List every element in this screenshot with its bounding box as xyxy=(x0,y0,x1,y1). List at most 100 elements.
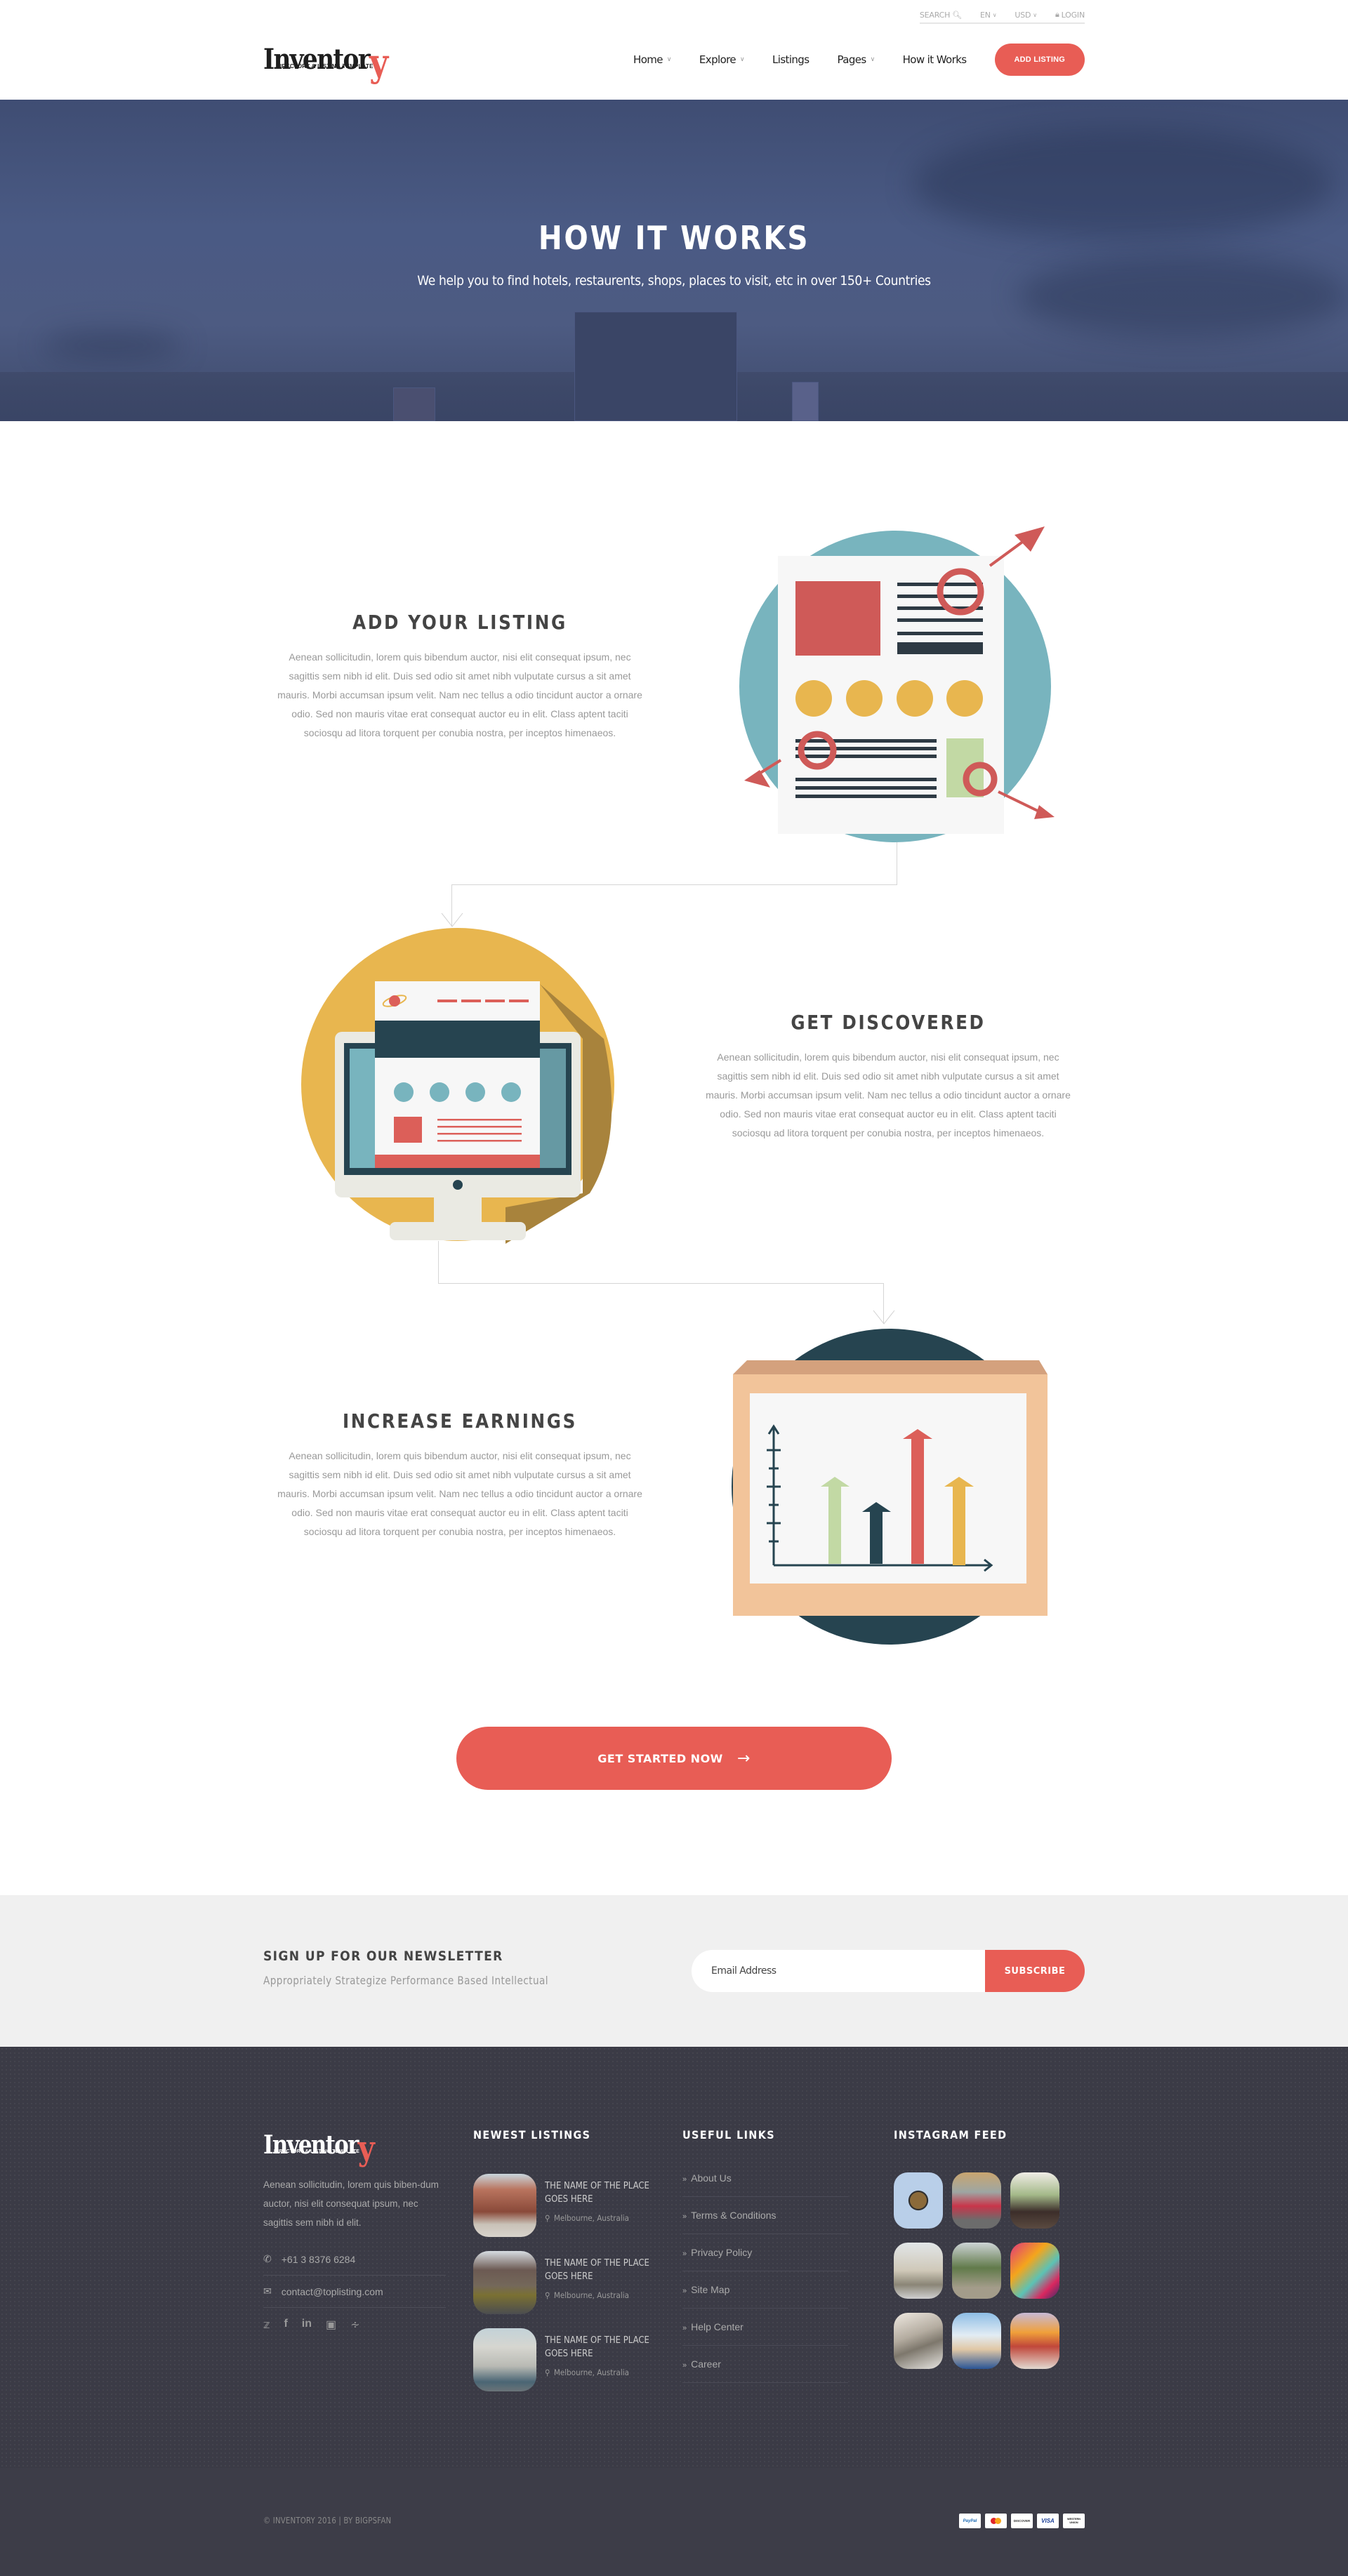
chevron-down-icon: ∨ xyxy=(870,56,875,63)
footer-link-site-map[interactable]: » Site Map xyxy=(682,2271,848,2309)
instagram-photo[interactable] xyxy=(894,2313,943,2369)
currency-label: USD xyxy=(1015,10,1031,20)
linkedin-icon[interactable]: in xyxy=(302,2318,312,2332)
newest-listings-column: NEWEST LISTINGS THE NAME OF THE PLACE GO… xyxy=(473,2128,678,2405)
logo-word: Inventor xyxy=(263,2130,359,2160)
step-increase-earnings: INCREASE EARNINGS Aenean sollicitudin, l… xyxy=(274,1409,646,1541)
social-links: 𝕫 f in ▣ ∻ xyxy=(263,2318,446,2332)
footer-link-career[interactable]: » Career xyxy=(682,2346,848,2383)
chevron-right-icon: » xyxy=(682,2361,687,2370)
location-text: Melbourne, Australia xyxy=(553,2213,629,2223)
skyscraper xyxy=(792,382,819,421)
footer-link-help-center[interactable]: » Help Center xyxy=(682,2309,848,2346)
mastercard-icon xyxy=(985,2514,1007,2528)
instagram-photo[interactable] xyxy=(952,2313,1001,2369)
rss-icon[interactable]: ∻ xyxy=(350,2318,359,2332)
nav-pages[interactable]: Pages ∨ xyxy=(837,53,875,66)
newsletter-section: SIGN UP FOR OUR NEWSLETTER Appropriately… xyxy=(0,1895,1348,2047)
connector-arrow-icon xyxy=(873,1310,895,1324)
nav-home[interactable]: Home ∨ xyxy=(633,53,672,66)
cloud-shape xyxy=(42,331,183,359)
twitter-icon[interactable]: 𝕫 xyxy=(263,2318,270,2332)
chevron-right-icon: » xyxy=(682,2175,687,2184)
instagram-photo[interactable] xyxy=(1010,2172,1059,2229)
add-listing-button[interactable]: ADD LISTING xyxy=(994,44,1085,76)
language-label: EN xyxy=(979,10,991,20)
visa-icon: VISA xyxy=(1037,2514,1059,2528)
listing-location: ⚲ Melbourne, Australia xyxy=(545,2290,665,2300)
link-label: Career xyxy=(691,2358,721,2370)
login-label: LOGIN xyxy=(1061,10,1085,20)
instagram-photo[interactable] xyxy=(952,2243,1001,2299)
instagram-photo[interactable] xyxy=(952,2172,1001,2229)
footer-logo[interactable]: Inventory DIRECTORY & LISTING TEMPLATE xyxy=(263,2125,446,2165)
listing-item[interactable]: THE NAME OF THE PLACE GOES HERE ⚲ Melbour… xyxy=(473,2174,678,2237)
chevron-down-icon: ∨ xyxy=(740,56,745,63)
chevron-right-icon: » xyxy=(682,2324,687,2332)
currency-dropdown[interactable]: USD ∨ xyxy=(1015,10,1037,20)
nav-how-it-works[interactable]: How it Works xyxy=(903,53,967,66)
nav-listings[interactable]: Listings xyxy=(772,53,810,66)
link-label: Help Center xyxy=(691,2321,744,2332)
instagram-photo[interactable] xyxy=(1010,2313,1059,2369)
search-link[interactable]: SEARCH 🔍︎ xyxy=(920,10,962,20)
hero-banner: HOW IT WORKS We help you to find hotels,… xyxy=(0,100,1348,421)
instagram-photo[interactable] xyxy=(894,2243,943,2299)
step-title: INCREASE EARNINGS xyxy=(342,1409,578,1433)
logo-word: Inventor xyxy=(263,43,371,76)
western-union-icon: WESTERN UNION xyxy=(1063,2514,1085,2528)
instagram-photo[interactable] xyxy=(894,2172,943,2229)
cloud-shape xyxy=(1018,254,1348,338)
login-link[interactable]: 🔒︎ LOGIN xyxy=(1055,10,1085,20)
newsletter-subtitle: Appropriately Strategize Performance Bas… xyxy=(263,1974,548,1987)
get-started-button[interactable]: GET STARTED NOW → xyxy=(456,1727,892,1790)
language-dropdown[interactable]: EN ∨ xyxy=(979,10,997,20)
footer-link-about-us[interactable]: » About Us xyxy=(682,2160,848,2197)
footer-about-text: Aenean sollicitudin, lorem quis biben-du… xyxy=(263,2179,439,2228)
nav-label: How it Works xyxy=(902,53,967,66)
instagram-heading: INSTAGRAM FEED xyxy=(894,2128,1007,2142)
step-title: ADD YOUR LISTING xyxy=(352,611,567,634)
subscribe-button[interactable]: SUBSCRIBE xyxy=(985,1950,1085,1992)
logo-accent-letter: y xyxy=(357,2129,375,2168)
listing-item[interactable]: THE NAME OF THE PLACE GOES HERE ⚲ Melbour… xyxy=(473,2251,678,2314)
nav-label: Home xyxy=(633,53,663,66)
logo[interactable]: Inventory DIRECTORY & LISTING TEMPLATE xyxy=(263,36,407,81)
step-get-discovered: GET DISCOVERED Aenean sollicitudin, lore… xyxy=(702,1011,1074,1143)
step-description: Aenean sollicitudin, lorem quis bibendum… xyxy=(706,1051,1071,1138)
nav-explore[interactable]: Explore ∨ xyxy=(699,53,745,66)
get-started-label: GET STARTED NOW xyxy=(597,1751,723,1765)
document-listing-illustration xyxy=(739,526,1055,842)
step-title: GET DISCOVERED xyxy=(791,1011,986,1034)
listing-thumbnail xyxy=(473,2328,536,2391)
instagram-icon[interactable]: ▣ xyxy=(326,2318,336,2332)
facebook-icon[interactable]: f xyxy=(284,2318,287,2332)
link-label: Privacy Policy xyxy=(691,2247,753,2258)
map-pin-icon: ⚲ xyxy=(545,2213,550,2223)
step-connector-line xyxy=(438,1241,439,1283)
listing-item[interactable]: THE NAME OF THE PLACE GOES HERE ⚲ Melbour… xyxy=(473,2328,678,2391)
paypal-icon: PayPal xyxy=(959,2514,981,2528)
envelope-icon: ✉ xyxy=(263,2285,272,2297)
chevron-right-icon: » xyxy=(682,2287,687,2295)
instagram-column: INSTAGRAM FEED xyxy=(894,2128,1059,2369)
arrow-right-icon: → xyxy=(736,1749,751,1767)
instagram-photo[interactable] xyxy=(1010,2243,1059,2299)
hero-subtitle: We help you to find hotels, restaurents,… xyxy=(417,273,931,288)
growth-chart-illustration xyxy=(732,1329,1048,1645)
lock-icon: 🔒︎ xyxy=(1055,10,1059,19)
footer-link-privacy[interactable]: » Privacy Policy xyxy=(682,2234,848,2271)
footer-email[interactable]: ✉ contact@toplisting.com xyxy=(263,2276,446,2308)
newsletter-form: SUBSCRIBE xyxy=(692,1950,1085,1992)
page-title: HOW IT WORKS xyxy=(538,219,810,257)
listing-name: THE NAME OF THE PLACE GOES HERE xyxy=(545,2258,649,2282)
monitor-website-illustration xyxy=(301,928,614,1244)
email-field[interactable] xyxy=(692,1950,985,1992)
map-pin-icon: ⚲ xyxy=(545,2290,550,2300)
nav-label: Pages xyxy=(837,53,866,66)
footer-about-column: Inventory DIRECTORY & LISTING TEMPLATE A… xyxy=(263,2125,446,2332)
phone-icon: ✆ xyxy=(263,2253,272,2264)
footer-link-terms[interactable]: » Terms & Conditions xyxy=(682,2197,848,2234)
discover-icon: DISCOVER xyxy=(1011,2514,1033,2528)
search-label: SEARCH xyxy=(919,10,951,20)
